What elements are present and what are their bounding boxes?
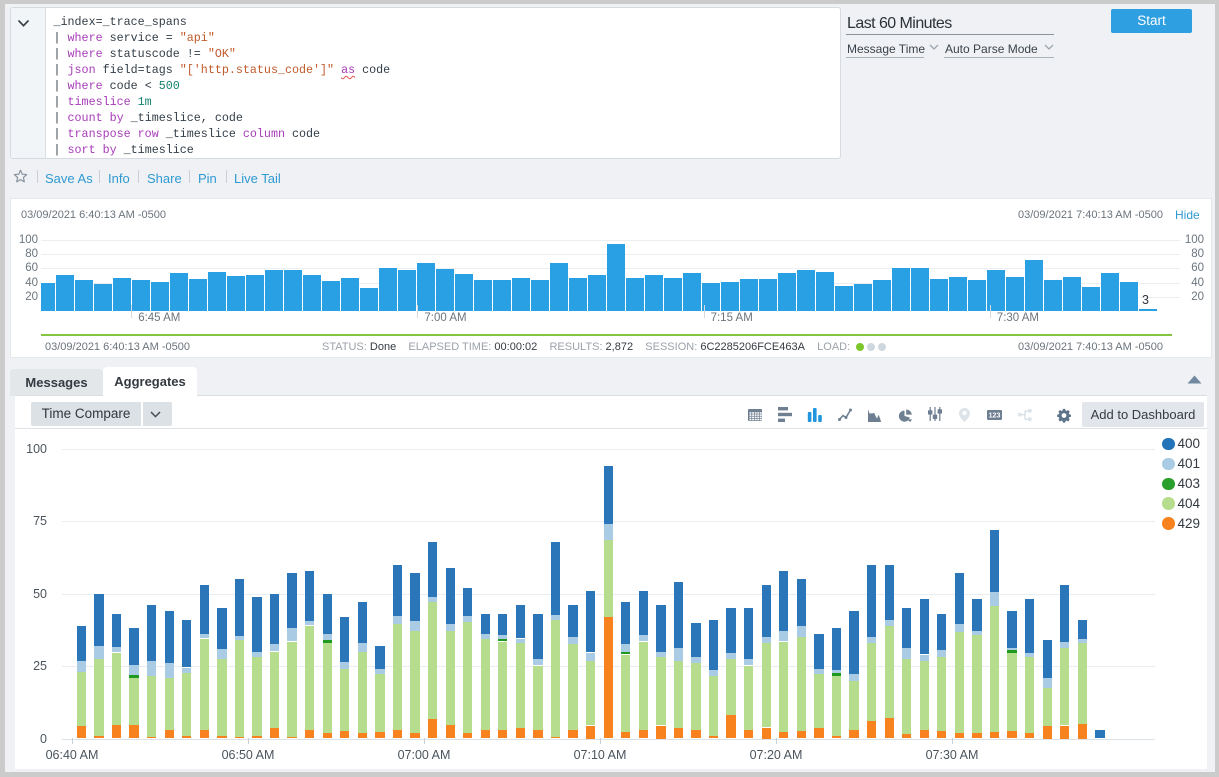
svg-text:123: 123: [989, 413, 1001, 420]
